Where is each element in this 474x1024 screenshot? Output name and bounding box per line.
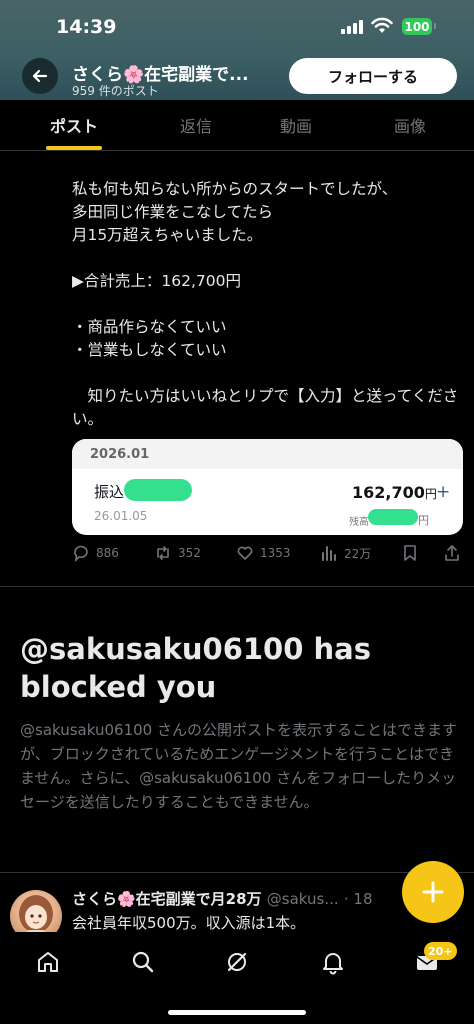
post-count: 959 件のポスト [72,84,159,98]
grok-button[interactable] [222,947,252,977]
tab-replies[interactable]: 返信 [146,100,246,150]
blocked-title: @sakusaku06100 has blocked you [20,632,371,704]
messages-badge: 20+ [424,942,457,960]
reply-count: 886 [96,546,119,560]
home-indicator [168,1010,306,1015]
next-post-text: 会社員年収500万。収入源は1本。 [72,914,306,932]
bank-statement-image[interactable]: 2026.01 振込 26.01.05 162,700円 + 残高 円 [72,439,463,535]
active-tab-indicator [46,146,102,150]
analytics-icon [322,546,336,561]
tab-posts[interactable]: ポスト [22,100,126,150]
repost-icon [157,546,169,560]
post-text-cta: 知りたい方はいいねとリプで【入力】と送ってください。 [72,387,459,428]
tab-videos[interactable]: 動画 [246,100,346,150]
repost-count: 352 [178,546,201,560]
status-bar: 14:39 100 [0,0,474,50]
bookmark-icon [404,545,416,561]
blocked-description: @sakusaku06100 さんの公開ポストを表示することはできますが、ブロッ… [20,721,457,811]
card-date: 26.01.05 [94,509,148,523]
battery-icon: 100 [402,18,436,35]
plus-icon: + [436,482,451,502]
wifi-icon [371,17,393,33]
share-icon [445,545,459,561]
redaction-mark [124,479,192,501]
bell-icon [323,953,343,975]
card-month: 2026.01 [72,439,463,469]
post-text-paragraph: 私も何も知らない所からのスタートでしたが、 多田同じ作業をこなしてたら 月15万… [72,180,398,244]
card-balance-yen: 円 [418,514,429,527]
redaction-mark [368,509,418,525]
bookmark-button[interactable] [402,544,418,562]
post-text-list: ・商品作らなくていい ・営業もしなくていい [72,318,227,359]
like-button[interactable]: 1353 [236,544,291,562]
next-post-time: · 18 [343,890,373,908]
card-amount: 162,700円 [352,483,437,502]
post-text-total: ▶合計売上：162,700円 [72,272,242,290]
search-button[interactable] [128,947,158,977]
post-actions: 886 352 1353 22万 [72,544,462,568]
reply-icon [74,545,88,562]
back-button[interactable] [22,58,58,94]
like-count: 1353 [260,546,291,560]
grok-icon [227,952,247,972]
views-button[interactable]: 22万 [320,544,371,562]
home-button[interactable] [33,947,63,977]
card-transfer-label: 振込 [94,483,125,501]
cellular-signal-icon [341,20,363,34]
heart-icon [237,546,253,560]
profile-header: 14:39 100 さくら🌸在宅副業で... 959 件のポスト フォローする [0,0,474,100]
profile-tabs: ポスト 返信 動画 画像 [0,100,474,151]
share-button[interactable] [444,544,460,562]
tab-images[interactable]: 画像 [360,100,460,150]
search-icon [132,951,154,973]
plus-icon [422,881,444,903]
reply-button[interactable]: 886 [72,544,119,562]
home-icon [38,952,58,972]
divider [0,872,474,873]
follow-button[interactable]: フォローする [289,58,457,94]
repost-button[interactable]: 352 [154,544,201,562]
views-count: 22万 [344,546,372,561]
next-post-author: さくら🌸在宅副業で月28万 @sakus... · 18 [72,890,373,908]
notifications-button[interactable] [318,947,348,977]
status-time: 14:39 [56,16,117,38]
compose-button[interactable] [402,861,464,923]
card-balance-label: 残高 [349,517,369,528]
next-post-handle: @sakus... [266,890,339,908]
divider [0,586,474,587]
arrow-left-icon [32,69,48,83]
